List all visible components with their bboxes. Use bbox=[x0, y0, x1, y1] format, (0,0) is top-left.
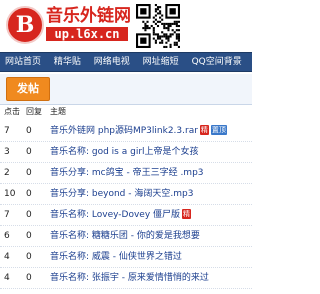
row-replies: 0 bbox=[26, 168, 32, 178]
row-title-text[interactable]: 音乐名称: Lovey-Dovey 僵尸版 bbox=[50, 210, 180, 220]
featured-badge: 精 bbox=[199, 125, 209, 135]
site-header: B 音乐外链网 up.l6x.cn bbox=[0, 0, 252, 52]
row-clicks: 7 bbox=[4, 210, 10, 220]
table-row: 7 0 音乐名称: Lovey-Dovey 僵尸版精 bbox=[0, 205, 252, 226]
qr-code-icon bbox=[136, 4, 180, 48]
row-replies: 0 bbox=[26, 147, 32, 157]
table-row: 2 0 音乐分享: mc鸽宝 - 帝王三字经 .mp3 bbox=[0, 163, 252, 184]
row-replies: 0 bbox=[26, 210, 32, 220]
row-replies: 0 bbox=[26, 231, 32, 241]
nav-item-home[interactable]: 网站首页 bbox=[0, 53, 46, 71]
nav-item-featured[interactable]: 精华贴 bbox=[49, 53, 86, 71]
site-logo-url[interactable]: up.l6x.cn bbox=[46, 27, 128, 41]
post-toolbar: 发帖 bbox=[0, 74, 252, 105]
row-clicks: 7 bbox=[4, 126, 10, 136]
row-clicks: 6 bbox=[4, 231, 10, 241]
header-topic: 主题 bbox=[50, 107, 66, 116]
table-row: 10 0 音乐分享: beyond - 海阔天空.mp3 bbox=[0, 184, 252, 205]
table-row: 4 0 音乐名称: 张振宇 - 原来爱情惜悄的来过 bbox=[0, 268, 252, 289]
row-title-link[interactable]: 音乐名称: 糖糖乐团 - 你的爱是我想要 bbox=[50, 226, 200, 246]
header-replies: 回复 bbox=[26, 107, 42, 116]
row-title-text[interactable]: 音乐名称: god is a girl上帝是个女孩 bbox=[50, 147, 199, 157]
row-title-link[interactable]: 音乐名称: 张振宇 - 原来爱情惜悄的来过 bbox=[50, 268, 209, 288]
new-post-button[interactable]: 发帖 bbox=[6, 77, 50, 101]
nav-item-tv[interactable]: 网络电视 bbox=[89, 53, 135, 71]
row-clicks: 4 bbox=[4, 273, 10, 283]
row-clicks: 2 bbox=[4, 168, 10, 178]
row-title-link[interactable]: 音乐名称: god is a girl上帝是个女孩 bbox=[50, 142, 199, 162]
table-row: 6 0 音乐名称: 糖糖乐团 - 你的爱是我想要 bbox=[0, 226, 252, 247]
row-title-link[interactable]: 音乐分享: beyond - 海阔天空.mp3 bbox=[50, 184, 193, 204]
row-title-link[interactable]: 音乐名称: Lovey-Dovey 僵尸版精 bbox=[50, 205, 192, 225]
row-replies: 0 bbox=[26, 189, 32, 199]
header-clicks: 点击 bbox=[4, 107, 20, 116]
site-logo-icon[interactable]: B bbox=[6, 6, 44, 44]
row-title-link[interactable]: 音乐分享: mc鸽宝 - 帝王三字经 .mp3 bbox=[50, 163, 204, 183]
table-row: 4 0 音乐名称: 威震 - 仙侠世界之错过 bbox=[0, 247, 252, 268]
main-nav: 网站首页 精华贴 网络电视 网址缩短 QQ空间背景 bbox=[0, 52, 252, 72]
featured-badge: 精 bbox=[182, 209, 192, 219]
row-title-text[interactable]: 音乐外链网 php源码MP3link2.3.rar bbox=[50, 126, 198, 136]
row-replies: 0 bbox=[26, 252, 32, 262]
site-logo-title[interactable]: 音乐外链网 bbox=[46, 6, 131, 26]
row-title-link[interactable]: 音乐名称: 威震 - 仙侠世界之错过 bbox=[50, 247, 182, 267]
row-clicks: 4 bbox=[4, 252, 10, 262]
pinned-badge: 置顶 bbox=[210, 125, 227, 135]
row-clicks: 10 bbox=[4, 189, 16, 199]
row-title-text[interactable]: 音乐分享: beyond - 海阔天空.mp3 bbox=[50, 189, 193, 199]
row-title-text[interactable]: 音乐分享: mc鸽宝 - 帝王三字经 .mp3 bbox=[50, 168, 204, 178]
row-title-text[interactable]: 音乐名称: 糖糖乐团 - 你的爱是我想要 bbox=[50, 231, 200, 241]
row-clicks: 3 bbox=[4, 147, 10, 157]
row-replies: 0 bbox=[26, 126, 32, 136]
nav-item-qq-backgrounds[interactable]: QQ空间背景 bbox=[187, 53, 247, 71]
table-row: 7 0 音乐外链网 php源码MP3link2.3.rar 精置顶 bbox=[0, 121, 252, 142]
nav-item-url-shortener[interactable]: 网址缩短 bbox=[138, 53, 184, 71]
row-title-text[interactable]: 音乐名称: 张振宇 - 原来爱情惜悄的来过 bbox=[50, 273, 209, 283]
table-header: 点击 回复 主题 bbox=[0, 105, 252, 119]
row-title-link[interactable]: 音乐外链网 php源码MP3link2.3.rar 精置顶 bbox=[50, 121, 227, 141]
table-row: 3 0 音乐名称: god is a girl上帝是个女孩 bbox=[0, 142, 252, 163]
row-replies: 0 bbox=[26, 273, 32, 283]
row-title-text[interactable]: 音乐名称: 威震 - 仙侠世界之错过 bbox=[50, 252, 182, 262]
